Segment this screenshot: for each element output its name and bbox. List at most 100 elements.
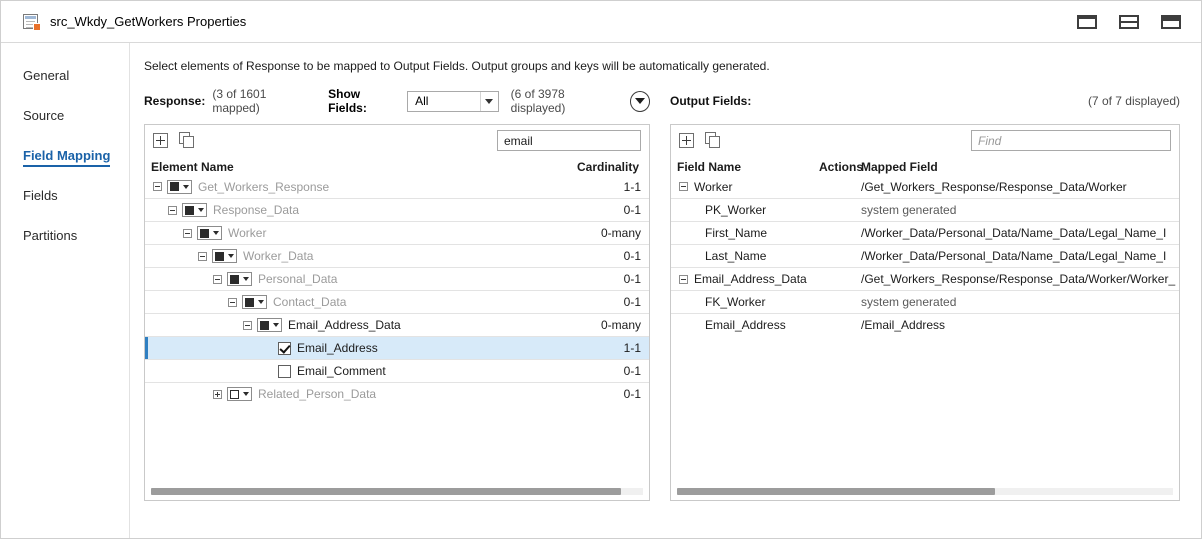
- expander-icon[interactable]: [213, 274, 222, 284]
- properties-window: src_Wkdy_GetWorkers Properties General S…: [0, 0, 1202, 539]
- table-row[interactable]: PK_Worker system generated: [671, 198, 1179, 221]
- element-type-icon[interactable]: [227, 272, 252, 286]
- panel-split-icon: [1119, 15, 1139, 29]
- element-type-icon[interactable]: [212, 249, 237, 263]
- view-tabbed-button[interactable]: [1155, 10, 1187, 34]
- field-name: Email_Address: [705, 318, 786, 332]
- expander-icon[interactable]: [198, 251, 207, 261]
- table-row[interactable]: Email_Address /Email_Address: [671, 313, 1179, 336]
- table-row[interactable]: Email_Address_Data 0-many: [145, 313, 649, 336]
- mapped-field: system generated: [861, 203, 957, 217]
- expander-icon[interactable]: [168, 205, 177, 215]
- element-cardinality: 0-1: [623, 272, 641, 286]
- expander-icon[interactable]: [679, 274, 688, 284]
- mapped-field: /Worker_Data/Personal_Data/Name_Data/Leg…: [861, 249, 1167, 263]
- element-cardinality: 0-1: [623, 203, 641, 217]
- sidebar-item-label: General: [23, 68, 70, 83]
- response-toolbar: [145, 125, 649, 156]
- element-checkbox[interactable]: [278, 364, 291, 378]
- element-cardinality: 0-1: [623, 387, 641, 401]
- new-field-icon[interactable]: [679, 132, 698, 149]
- element-name: Email_Comment: [297, 364, 386, 378]
- new-node-icon[interactable]: [153, 132, 172, 149]
- element-cardinality: 0-many: [600, 226, 641, 240]
- sidebar-item-partitions[interactable]: Partitions: [1, 225, 129, 246]
- copy-icon[interactable]: [179, 132, 198, 149]
- instruction-text: Select elements of Response to be mapped…: [144, 59, 770, 73]
- response-search-input[interactable]: [498, 131, 640, 150]
- sidebar-item-fields[interactable]: Fields: [1, 185, 129, 206]
- response-panel: Element Name Cardinality Get_Workers_Res…: [144, 124, 650, 501]
- table-row[interactable]: Last_Name /Worker_Data/Personal_Data/Nam…: [671, 244, 1179, 267]
- field-name: Last_Name: [705, 249, 767, 263]
- table-row-selected[interactable]: Email_Address 1-1: [145, 336, 649, 359]
- output-fields-search-box[interactable]: [971, 130, 1171, 151]
- response-column: Response: (3 of 1601 mapped) Show Fields…: [144, 87, 650, 501]
- column-element-name: Element Name: [151, 160, 234, 174]
- element-cardinality: 1-1: [623, 179, 641, 194]
- table-row[interactable]: Get_Workers_Response 1-1: [145, 175, 649, 198]
- element-type-icon[interactable]: [227, 387, 252, 401]
- element-name: Get_Workers_Response: [198, 179, 330, 194]
- table-row[interactable]: Email_Comment 0-1: [145, 359, 649, 382]
- element-checkbox[interactable]: [278, 341, 291, 355]
- mapping-columns: Response: (3 of 1601 mapped) Show Fields…: [144, 87, 1185, 501]
- expander-icon[interactable]: [243, 320, 252, 330]
- response-search-box[interactable]: [497, 130, 641, 151]
- table-row[interactable]: Response_Data 0-1: [145, 198, 649, 221]
- expander-icon[interactable]: [153, 182, 162, 191]
- element-name: Email_Address: [297, 341, 378, 355]
- response-rows: Get_Workers_Response 1-1 Response_Data 0…: [145, 175, 649, 405]
- table-row[interactable]: First_Name /Worker_Data/Personal_Data/Na…: [671, 221, 1179, 244]
- filter-funnel-icon[interactable]: [629, 90, 650, 112]
- field-name: Worker: [694, 179, 733, 194]
- table-row[interactable]: Personal_Data 0-1: [145, 267, 649, 290]
- view-full-button[interactable]: [1071, 10, 1103, 34]
- element-cardinality: 0-many: [600, 318, 641, 332]
- element-type-icon[interactable]: [242, 295, 267, 309]
- table-row[interactable]: Email_Address_Data /Get_Workers_Response…: [671, 267, 1179, 290]
- response-table-header: Element Name Cardinality: [145, 156, 649, 175]
- sidebar-item-general[interactable]: General: [1, 65, 129, 86]
- output-fields-horizontal-scrollbar[interactable]: [677, 488, 1173, 495]
- element-name: Worker_Data: [243, 249, 314, 263]
- response-header: Response: (3 of 1601 mapped) Show Fields…: [144, 87, 650, 115]
- mapped-field: /Get_Workers_Response/Response_Data/Work…: [861, 272, 1176, 286]
- window-titlebar: src_Wkdy_GetWorkers Properties: [1, 1, 1201, 43]
- field-mapping-content: Select elements of Response to be mapped…: [130, 43, 1201, 538]
- show-fields-select[interactable]: All: [407, 90, 499, 112]
- table-properties-icon: [23, 13, 41, 31]
- output-fields-search-input[interactable]: [972, 131, 1170, 150]
- panel-full-icon: [1077, 15, 1097, 29]
- output-fields-table-header: Field Name Actions Mapped Field: [671, 156, 1179, 175]
- view-split-button[interactable]: [1113, 10, 1145, 34]
- expander-icon[interactable]: [679, 182, 688, 191]
- expander-icon[interactable]: [213, 389, 222, 399]
- sidebar-item-source[interactable]: Source: [1, 105, 129, 126]
- expander-icon[interactable]: [183, 228, 192, 238]
- window-view-buttons: [1071, 10, 1187, 34]
- element-type-icon[interactable]: [167, 179, 192, 194]
- element-cardinality: 0-1: [623, 295, 641, 309]
- element-type-icon[interactable]: [257, 318, 282, 332]
- sidebar-item-field-mapping[interactable]: Field Mapping: [1, 145, 129, 167]
- column-mapped-field: Mapped Field: [861, 160, 938, 174]
- element-name: Response_Data: [213, 203, 300, 217]
- element-type-icon[interactable]: [197, 226, 222, 240]
- element-name: Related_Person_Data: [258, 387, 377, 401]
- table-row[interactable]: Worker_Data 0-1: [145, 244, 649, 267]
- copy-icon[interactable]: [705, 132, 724, 149]
- table-row[interactable]: Related_Person_Data 0-1: [145, 382, 649, 405]
- output-fields-column: Output Fields: (7 of 7 displayed) Find F…: [670, 89, 1180, 501]
- response-horizontal-scrollbar[interactable]: [151, 488, 643, 495]
- table-row[interactable]: FK_Worker system generated: [671, 290, 1179, 313]
- response-mapped-count: (3 of 1601 mapped): [212, 87, 267, 115]
- table-row[interactable]: Worker /Get_Workers_Response/Response_Da…: [671, 175, 1179, 198]
- table-row[interactable]: Contact_Data 0-1: [145, 290, 649, 313]
- expander-icon[interactable]: [228, 297, 237, 307]
- element-type-icon[interactable]: [182, 203, 207, 217]
- field-name: FK_Worker: [705, 295, 766, 309]
- mapped-field: /Email_Address: [861, 318, 946, 332]
- table-row[interactable]: Worker 0-many: [145, 221, 649, 244]
- element-name: Personal_Data: [258, 272, 338, 286]
